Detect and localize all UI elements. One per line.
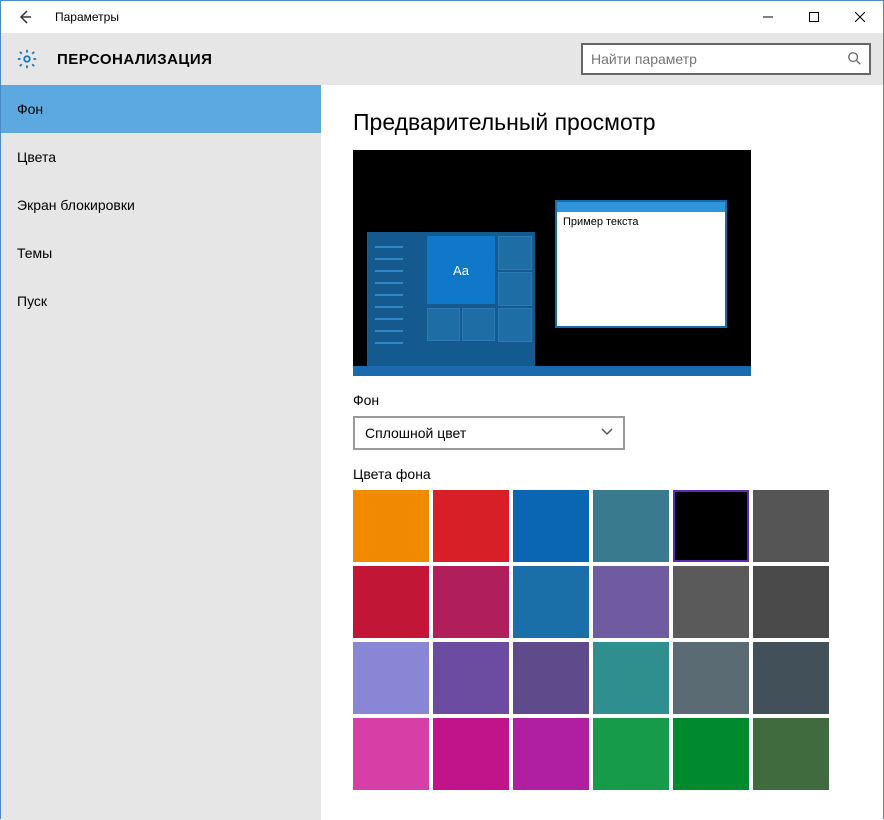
color-swatch-1[interactable]: [433, 490, 509, 562]
chevron-down-icon: [601, 427, 613, 439]
titlebar: Параметры: [1, 1, 883, 33]
preview-start-menu: Aa: [367, 232, 535, 366]
preview-tile-row: [427, 308, 497, 341]
color-swatch-21[interactable]: [593, 718, 669, 790]
color-swatch-12[interactable]: [353, 642, 429, 714]
minimize-button[interactable]: [745, 1, 791, 33]
color-swatch-19[interactable]: [433, 718, 509, 790]
sidebar-item-3[interactable]: Темы: [1, 229, 321, 277]
sidebar-item-label: Цвета: [17, 149, 56, 165]
color-swatch-10[interactable]: [673, 566, 749, 638]
color-grid: [353, 490, 863, 790]
color-swatch-14[interactable]: [513, 642, 589, 714]
sidebar-item-2[interactable]: Экран блокировки: [1, 181, 321, 229]
window-controls: [745, 1, 883, 33]
color-swatch-22[interactable]: [673, 718, 749, 790]
color-swatch-6[interactable]: [353, 566, 429, 638]
close-button[interactable]: [837, 1, 883, 33]
close-icon: [855, 12, 865, 22]
window-title: Параметры: [55, 10, 119, 24]
color-swatch-7[interactable]: [433, 566, 509, 638]
color-swatch-15[interactable]: [593, 642, 669, 714]
color-swatch-3[interactable]: [593, 490, 669, 562]
color-swatch-17[interactable]: [753, 642, 829, 714]
background-label: Фон: [353, 392, 863, 408]
minimize-icon: [763, 12, 773, 22]
maximize-button[interactable]: [791, 1, 837, 33]
page-title: ПЕРСОНАЛИЗАЦИЯ: [57, 51, 581, 68]
search-input[interactable]: [591, 51, 847, 67]
settings-gear-icon: [15, 47, 39, 71]
preview-tile-text: Aa: [453, 263, 469, 278]
color-swatch-0[interactable]: [353, 490, 429, 562]
maximize-icon: [809, 12, 819, 22]
sidebar: Фон Цвета Экран блокировки Темы Пуск: [1, 85, 321, 820]
color-swatch-16[interactable]: [673, 642, 749, 714]
sidebar-item-0[interactable]: Фон: [1, 85, 321, 133]
color-swatch-5[interactable]: [753, 490, 829, 562]
color-swatch-4[interactable]: [673, 490, 749, 562]
background-type-dropdown[interactable]: Сплошной цвет: [353, 416, 625, 450]
sidebar-item-label: Темы: [17, 245, 52, 261]
desktop-preview: Aa Пример текста: [353, 150, 751, 376]
main-content: Предварительный просмотр Aa Пример текст…: [321, 85, 883, 820]
preview-sample-window: Пример текста: [555, 200, 727, 328]
sidebar-item-label: Пуск: [17, 293, 47, 309]
sidebar-item-label: Фон: [17, 101, 43, 117]
color-swatch-2[interactable]: [513, 490, 589, 562]
color-swatch-9[interactable]: [593, 566, 669, 638]
color-swatch-11[interactable]: [753, 566, 829, 638]
color-swatch-18[interactable]: [353, 718, 429, 790]
preview-taskbar: [353, 366, 751, 376]
back-arrow-icon: [17, 9, 33, 25]
dropdown-value: Сплошной цвет: [365, 425, 466, 441]
color-swatch-8[interactable]: [513, 566, 589, 638]
preview-heading: Предварительный просмотр: [353, 109, 863, 136]
color-swatch-20[interactable]: [513, 718, 589, 790]
preview-window-text: Пример текста: [557, 212, 725, 232]
preview-tile-column: [498, 236, 532, 344]
search-icon: [847, 51, 861, 68]
sidebar-item-4[interactable]: Пуск: [1, 277, 321, 325]
back-button[interactable]: [1, 1, 49, 33]
background-colors-label: Цвета фона: [353, 466, 863, 482]
preview-start-list: [375, 246, 403, 354]
preview-tile-large: Aa: [427, 236, 495, 304]
search-box[interactable]: [581, 43, 871, 75]
color-swatch-23[interactable]: [753, 718, 829, 790]
preview-window-titlebar: [557, 202, 725, 212]
header: ПЕРСОНАЛИЗАЦИЯ: [1, 33, 883, 85]
sidebar-item-1[interactable]: Цвета: [1, 133, 321, 181]
color-swatch-13[interactable]: [433, 642, 509, 714]
sidebar-item-label: Экран блокировки: [17, 197, 135, 213]
